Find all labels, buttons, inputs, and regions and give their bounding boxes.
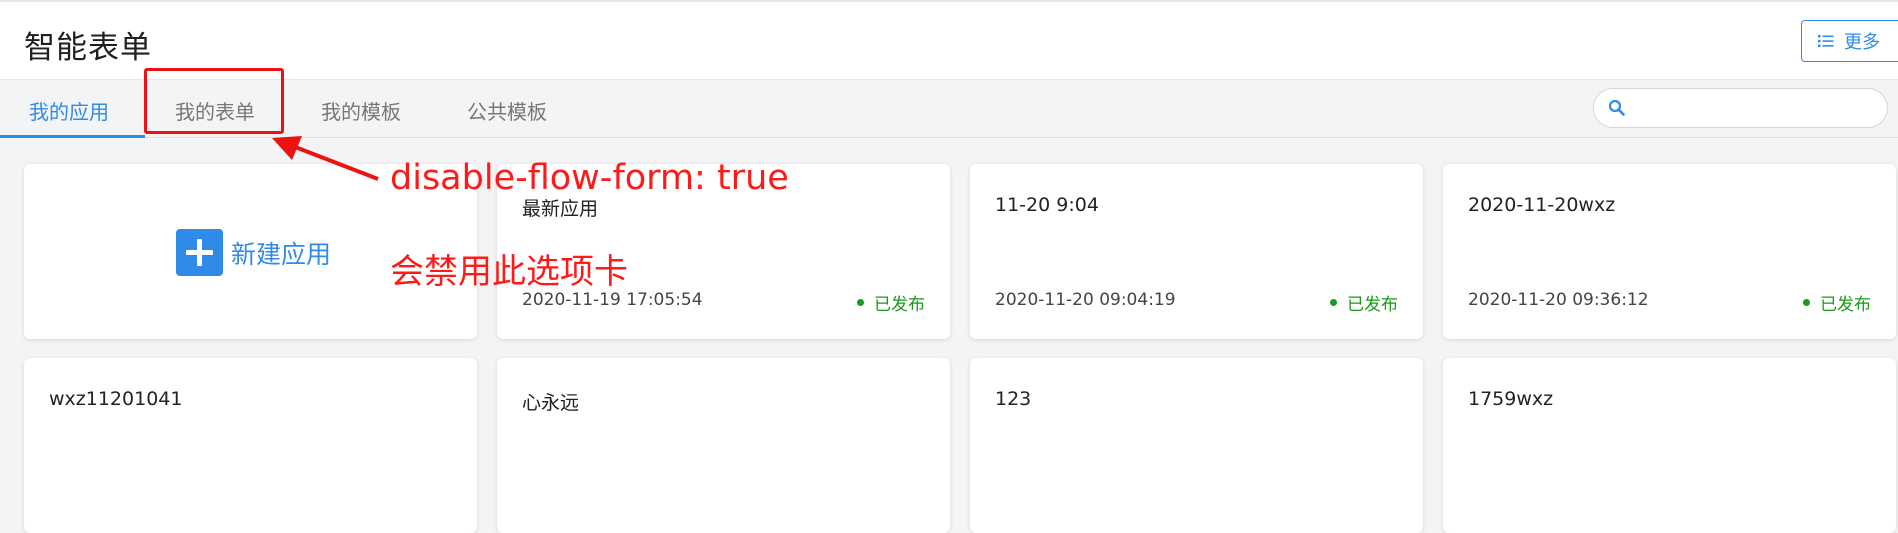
new-app-label: 新建应用 [231,239,332,269]
new-app-button[interactable]: 新建应用 [176,229,331,276]
list-icon [1818,34,1834,48]
app-card[interactable]: 2020-11-20wxz 2020-11-20 09:36:12 已发布 [1443,164,1896,339]
status-label: 已发布 [1820,295,1871,315]
search-icon [1608,99,1626,121]
status-dot-icon [1330,299,1337,306]
annotation-text-line1: disable-flow-form: true [390,158,789,198]
app-card-title: wxz11201041 [49,388,183,410]
app-card-title: 11-20 9:04 [995,194,1099,216]
tab-my-templates[interactable]: 我的模板 [321,96,401,138]
status-dot-icon [1803,299,1810,306]
app-card[interactable]: 1759wxz [1443,358,1896,533]
app-card-date: 2020-11-20 09:04:19 [995,290,1176,310]
app-card-title: 1759wxz [1468,388,1554,410]
annotation-text-line2: 会禁用此选项卡 [390,252,628,292]
app-card-title: 123 [995,388,1032,410]
tab-public-templates[interactable]: 公共模板 [467,96,547,138]
more-button[interactable]: 更多 [1801,20,1898,62]
search-box [1593,88,1888,128]
page-header: 智能表单 更多 [0,0,1898,80]
page-title: 智能表单 [24,30,152,66]
status-badge: 已发布 [1803,290,1871,315]
app-card[interactable]: 心永远 [497,358,950,533]
active-tab-indicator [0,135,145,138]
more-button-label: 更多 [1844,32,1880,53]
annotation-highlight-box [144,68,284,134]
status-label: 已发布 [874,295,925,315]
app-card[interactable]: 123 [970,358,1423,533]
tab-my-apps[interactable]: 我的应用 [29,96,109,138]
app-card-title: 最新应用 [522,198,599,220]
search-input[interactable] [1634,95,1878,123]
app-card-title: 心永远 [522,392,580,414]
app-card-date: 2020-11-19 17:05:54 [522,290,703,310]
status-badge: 已发布 [1330,290,1398,315]
app-card-date: 2020-11-20 09:36:12 [1468,290,1649,310]
app-card[interactable]: 11-20 9:04 2020-11-20 09:04:19 已发布 [970,164,1423,339]
status-label: 已发布 [1347,295,1398,315]
app-card-title: 2020-11-20wxz [1468,194,1616,216]
status-badge: 已发布 [857,290,925,315]
plus-icon [176,229,223,276]
app-card[interactable]: wxz11201041 [24,358,477,533]
status-dot-icon [857,299,864,306]
